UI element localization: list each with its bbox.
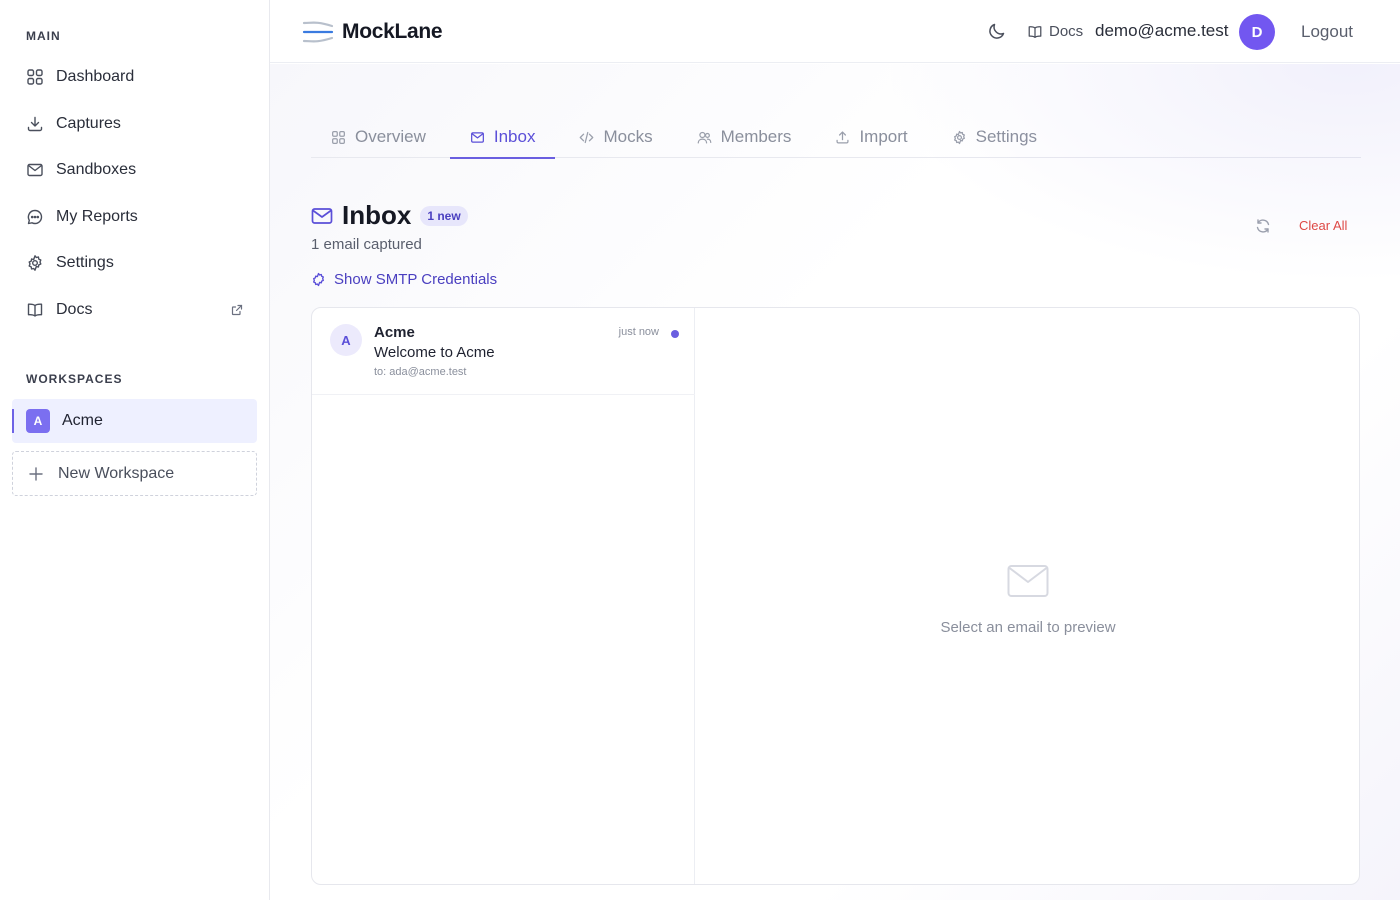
- user-email: demo@acme.test: [1095, 21, 1229, 40]
- brand-name: MockLane: [342, 20, 443, 43]
- chat-icon: [27, 209, 43, 225]
- header-docs-label: Docs: [1049, 23, 1084, 40]
- sidebar-item-label: Docs: [56, 301, 93, 318]
- email-list: A Acme Welcome to Acme to: ada@acme.test…: [312, 308, 695, 884]
- mail-icon: [27, 163, 43, 177]
- empty-preview-text: Select an email to preview: [940, 619, 1116, 636]
- email-recipient: to: ada@acme.test: [374, 366, 467, 378]
- workspace-tabs: Overview Inbox Mocks Members Import Sett…: [311, 116, 1361, 159]
- email-count-text: 1 email captured: [311, 236, 422, 253]
- grid-icon: [332, 130, 345, 144]
- email-sender: Acme: [374, 324, 415, 341]
- sidebar-item-docs[interactable]: Docs: [12, 290, 257, 330]
- grid-icon: [27, 69, 43, 85]
- tab-overview[interactable]: Overview: [311, 116, 446, 158]
- sidebar: MAIN Dashboard Captures Sandboxes My Rep…: [0, 0, 270, 900]
- smtp-label: Show SMTP Credentials: [334, 271, 498, 288]
- book-icon: [27, 303, 43, 317]
- email-subject: Welcome to Acme: [374, 344, 495, 361]
- sidebar-item-label: Dashboard: [56, 68, 135, 85]
- gear-icon: [313, 272, 324, 287]
- main-content: Overview Inbox Mocks Members Import Sett…: [270, 64, 1400, 900]
- mail-icon: [311, 207, 333, 224]
- external-link-icon: [231, 304, 243, 316]
- tab-label: Members: [720, 127, 792, 146]
- sidebar-item-sandboxes[interactable]: Sandboxes: [12, 150, 257, 190]
- new-workspace-button[interactable]: New Workspace: [12, 451, 257, 496]
- top-header: MockLane Docs demo@acme.test D Logout: [270, 0, 1400, 63]
- brand[interactable]: MockLane: [302, 18, 443, 46]
- sidebar-item-settings[interactable]: Settings: [12, 243, 257, 283]
- new-count-badge: 1 new: [420, 205, 468, 226]
- workspace-item-acme[interactable]: A Acme: [12, 399, 257, 443]
- workspace-name: Acme: [62, 412, 103, 429]
- clear-all-button[interactable]: Clear All: [1299, 218, 1347, 233]
- users-icon: [697, 131, 711, 144]
- mail-icon: [470, 131, 484, 143]
- inbox-panel: A Acme Welcome to Acme to: ada@acme.test…: [311, 307, 1360, 885]
- logout-button[interactable]: Logout: [1301, 22, 1353, 42]
- moon-icon[interactable]: [987, 21, 1007, 41]
- sidebar-item-label: Settings: [56, 254, 114, 271]
- sidebar-item-my-reports[interactable]: My Reports: [12, 197, 257, 237]
- user-avatar[interactable]: D: [1239, 14, 1275, 50]
- mocklane-logo-icon: [302, 21, 334, 43]
- tab-label: Settings: [975, 127, 1038, 146]
- show-smtp-credentials-button[interactable]: Show SMTP Credentials: [311, 271, 497, 288]
- main-section-label: MAIN: [26, 29, 61, 43]
- book-icon: [1028, 25, 1042, 38]
- refresh-icon[interactable]: [1255, 218, 1271, 234]
- unread-indicator: [671, 330, 679, 338]
- new-workspace-label: New Workspace: [58, 464, 175, 482]
- tab-settings[interactable]: Settings: [932, 116, 1057, 158]
- tab-label: Overview: [355, 127, 426, 146]
- sidebar-item-label: Captures: [56, 115, 121, 132]
- sidebar-item-label: Sandboxes: [56, 161, 137, 178]
- gear-icon: [953, 130, 965, 144]
- tab-import[interactable]: Import: [815, 116, 927, 158]
- email-preview-pane: Select an email to preview: [696, 308, 1359, 884]
- plus-icon: [29, 466, 43, 481]
- workspaces-section-label: WORKSPACES: [26, 372, 123, 386]
- page-title: Inbox: [342, 200, 412, 230]
- inbox-header: Inbox 1 new: [311, 200, 468, 231]
- email-timestamp: just now: [618, 326, 659, 338]
- mail-icon: [1007, 565, 1049, 597]
- sidebar-item-captures[interactable]: Captures: [12, 104, 257, 144]
- tab-label: Import: [859, 127, 908, 146]
- tab-label: Inbox: [493, 127, 536, 146]
- code-icon: [580, 131, 594, 143]
- tab-members[interactable]: Members: [677, 116, 812, 158]
- tab-inbox[interactable]: Inbox: [449, 116, 556, 159]
- gear-icon: [28, 255, 42, 271]
- tab-mocks[interactable]: Mocks: [559, 116, 672, 158]
- sender-avatar: A: [330, 324, 362, 356]
- download-icon: [27, 116, 43, 132]
- upload-icon: [836, 130, 849, 144]
- sidebar-item-label: My Reports: [56, 208, 138, 225]
- workspace-avatar: A: [26, 409, 50, 433]
- email-list-item[interactable]: A Acme Welcome to Acme to: ada@acme.test…: [312, 308, 695, 395]
- sidebar-item-dashboard[interactable]: Dashboard: [12, 57, 257, 97]
- tab-label: Mocks: [603, 127, 653, 146]
- header-docs-link[interactable]: Docs: [1027, 23, 1083, 40]
